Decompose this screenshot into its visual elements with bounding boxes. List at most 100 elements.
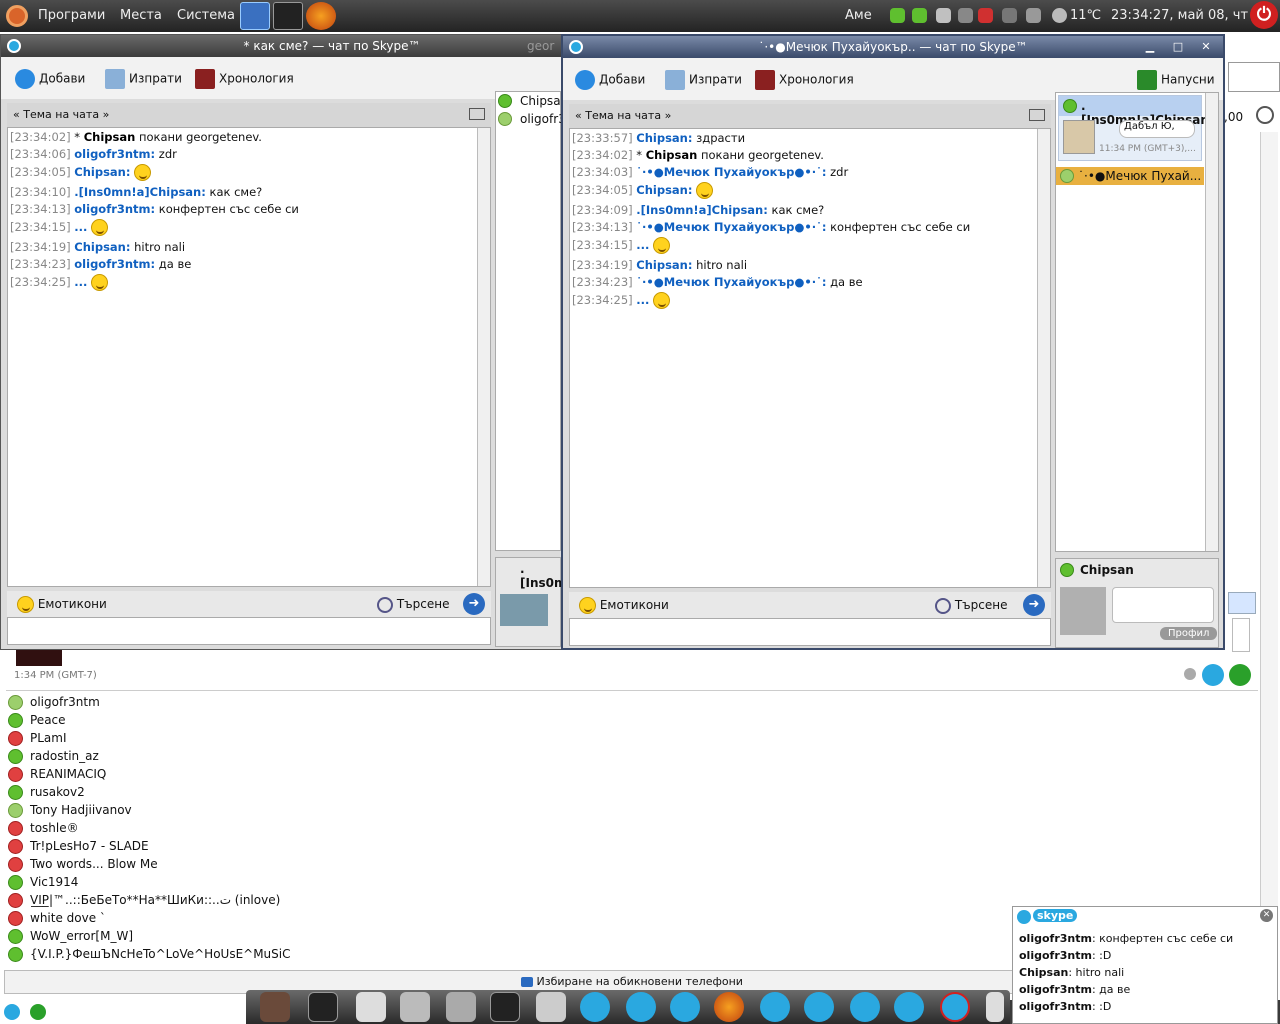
emoticons-icon[interactable] <box>579 597 596 614</box>
skype-chat-active-dock-icon[interactable] <box>940 992 970 1022</box>
participant-row-selected[interactable]: ˙·•●Мечюк Пухай... <box>1056 167 1204 185</box>
contact-list-item[interactable]: oligofr3ntm <box>8 694 608 712</box>
weather-icon[interactable] <box>1052 8 1067 23</box>
send-file-button[interactable]: Изпрати <box>105 69 182 89</box>
participant-card[interactable]: .[Ins0mn!a]Chipsan Дабъл Ю, 11:34 PM (GM… <box>1058 95 1209 161</box>
terminal-dock-icon-2[interactable] <box>490 992 520 1022</box>
skype-notification-popup[interactable]: skype ✕ oligofr3ntm: конфертен със себе … <box>1012 906 1278 1024</box>
contact-list-item[interactable]: PLamI <box>8 730 608 748</box>
contact-list-item[interactable]: rusakov2 <box>8 784 608 802</box>
message-author[interactable]: ... <box>74 275 87 289</box>
message-scrollbar[interactable] <box>1037 129 1050 587</box>
message-author[interactable]: Chipsan: <box>74 165 130 179</box>
volume-icon[interactable] <box>1026 8 1041 23</box>
contact-list-item[interactable]: Vic1914 <box>8 874 608 892</box>
minimize-button[interactable]: ▁ <box>1139 39 1161 55</box>
power-icon[interactable]: ⏻ <box>1250 1 1278 29</box>
contact-list-item[interactable]: WoW_error[M_W] <box>8 928 608 946</box>
message-author[interactable]: Chipsan: <box>636 131 692 145</box>
message-scrollbar[interactable] <box>477 128 490 586</box>
keyboard-layout[interactable]: Аме <box>845 8 872 23</box>
skype-chat-dock-icon-4[interactable] <box>894 992 924 1022</box>
contact-list-item[interactable]: toshle® <box>8 820 608 838</box>
chat-topic-bar[interactable]: « Тема на чата » <box>7 103 491 127</box>
message-author[interactable]: Chipsan: <box>636 258 692 272</box>
contact-list-item[interactable]: REANIMACIQ <box>8 766 608 784</box>
chat-button[interactable] <box>1202 664 1224 686</box>
profile-button[interactable]: Профил <box>1160 627 1218 640</box>
contact-list-item[interactable]: Two words... Blow Me <box>8 856 608 874</box>
close-icon[interactable]: ✕ <box>1260 909 1273 922</box>
menu-programs[interactable]: Програми <box>38 8 105 23</box>
add-contact-icon[interactable] <box>30 1004 46 1020</box>
participant-name[interactable]: oligofr3 <box>520 112 566 126</box>
message-author[interactable]: oligofr3ntm: <box>74 257 155 271</box>
file-manager-dock-icon[interactable] <box>260 992 290 1022</box>
maximize-button[interactable]: □ <box>1167 39 1189 55</box>
history-button[interactable]: Хронология <box>755 70 854 90</box>
emoticons-button[interactable]: Емотикони <box>600 598 669 612</box>
contact-list-item[interactable]: white dove ` <box>8 910 608 928</box>
drive-dock-icon[interactable] <box>400 992 430 1022</box>
emoticons-icon[interactable] <box>17 596 34 613</box>
contact-list-item[interactable]: V̲I̲P̲|™..::БеБеТо**На**ШиКи::..ت (inlov… <box>8 892 608 910</box>
skype-chat-dock-icon-3[interactable] <box>760 992 790 1022</box>
skype-dock-icon[interactable] <box>580 992 610 1022</box>
drive-dock-icon-2[interactable] <box>536 992 566 1022</box>
message-author[interactable]: Chipsan <box>646 148 698 162</box>
usb-dock-icon[interactable] <box>446 992 476 1022</box>
message-author[interactable]: ˙·•●Мечюк Пухайуокър●•·˙: <box>636 275 826 289</box>
book-icon[interactable] <box>1029 109 1045 121</box>
ubuntu-logo-icon[interactable] <box>6 5 28 27</box>
close-button[interactable]: ✕ <box>1195 39 1217 55</box>
skype-chat-dock-icon-2[interactable] <box>670 992 700 1022</box>
call-button[interactable] <box>1229 664 1251 686</box>
firefox-dock-icon[interactable] <box>714 992 744 1022</box>
contact-list-item[interactable]: Tr!pLesHo7 - SLADE <box>8 838 608 856</box>
menu-places[interactable]: Места <box>120 8 162 23</box>
leave-button[interactable]: Напусни <box>1137 70 1215 90</box>
contacts-scrollbar[interactable] <box>1260 132 1278 932</box>
terminal-dock-icon[interactable] <box>308 992 338 1022</box>
message-author[interactable]: Chipsan: <box>636 183 692 197</box>
history-button[interactable]: Хронология <box>195 69 294 89</box>
menu-system[interactable]: Система <box>177 8 235 23</box>
system-monitor-launcher-icon[interactable] <box>240 2 270 30</box>
network-icon[interactable] <box>936 8 951 23</box>
add-button[interactable]: Добави <box>15 69 85 89</box>
skype-chat-dock-icon[interactable] <box>626 992 656 1022</box>
clock[interactable]: 23:34:27, май 08, чт <box>1111 8 1248 23</box>
add-button[interactable]: Добави <box>575 70 645 90</box>
contact-list-item[interactable]: {V.I.P.}ФешЪNcHeTo^LoVe^HoUsE^MuSiC <box>8 946 608 964</box>
message-author[interactable]: ˙·•●Мечюк Пухайуокър●•·˙: <box>636 220 826 234</box>
skype-tray-icon[interactable] <box>890 8 905 23</box>
clock-icon[interactable] <box>1256 106 1274 124</box>
contact-list-item[interactable]: Peace <box>8 712 608 730</box>
message-author[interactable]: .[Ins0mn!a]Chipsan: <box>636 203 768 217</box>
message-author[interactable]: ... <box>636 238 649 252</box>
message-author[interactable]: ˙·•●Мечюк Пухайуокър●•·˙: <box>636 165 826 179</box>
contact-list-item[interactable]: radostin_az <box>8 748 608 766</box>
skype-dock-icon-3[interactable] <box>850 992 880 1022</box>
message-author[interactable]: ... <box>636 293 649 307</box>
mail-icon[interactable] <box>978 8 993 23</box>
message-author[interactable]: ... <box>74 220 87 234</box>
message-author[interactable]: oligofr3ntm: <box>74 202 155 216</box>
window-titlebar[interactable]: ˙·•●Мечюк Пухайуокър.. — чат по Skype™ ▁… <box>563 36 1223 58</box>
message-author[interactable]: Chipsan: <box>74 240 130 254</box>
skype-tray-icon-2[interactable] <box>912 8 927 23</box>
emoticons-button[interactable]: Емотикони <box>38 597 107 611</box>
document-dock-icon[interactable] <box>356 992 386 1022</box>
send-file-button[interactable]: Изпрати <box>665 70 742 90</box>
search-button[interactable]: Търсене <box>377 591 449 617</box>
participant-name[interactable]: Chipsa <box>520 94 561 108</box>
send-message-button[interactable]: ➜ <box>1023 594 1045 616</box>
main-search-input[interactable] <box>1228 62 1280 92</box>
search-button[interactable]: Търсене <box>935 592 1007 618</box>
message-input[interactable] <box>7 617 491 645</box>
message-author[interactable]: oligofr3ntm: <box>74 147 155 161</box>
play-arrow-icon[interactable] <box>986 992 1004 1022</box>
clipboard-icon[interactable] <box>958 8 973 23</box>
chat-topic-bar[interactable]: « Тема на чата » <box>569 104 1051 128</box>
firefox-launcher-icon[interactable] <box>306 2 336 30</box>
